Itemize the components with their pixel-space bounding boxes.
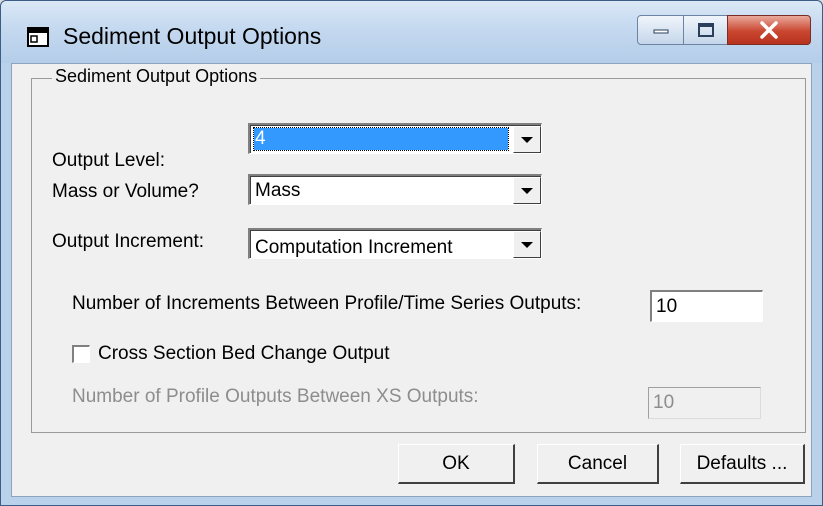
mass-or-volume-frame: Mass — [250, 176, 541, 204]
window-title: Sediment Output Options — [63, 23, 322, 49]
xs-bed-change-label[interactable]: Cross Section Bed Change Output — [98, 343, 390, 365]
xs-bed-change-checkbox[interactable] — [72, 345, 90, 363]
chevron-down-icon — [521, 136, 533, 143]
mass-or-volume-select[interactable]: Mass — [248, 174, 542, 205]
output-level-select[interactable]: 4 — [248, 123, 542, 154]
output-level-dropdown-button[interactable] — [513, 126, 541, 153]
close-button[interactable] — [727, 15, 811, 45]
profile-outputs-between-input[interactable]: 10 — [648, 387, 761, 419]
mass-or-volume-dropdown-button[interactable] — [513, 177, 541, 204]
output-increment-select[interactable]: Computation Increment — [248, 228, 542, 259]
minimize-button[interactable] — [637, 15, 684, 45]
mass-or-volume-value: Mass — [255, 180, 301, 201]
defaults-button[interactable]: Defaults ... — [680, 444, 805, 484]
output-increment-dropdown-button[interactable] — [513, 231, 541, 258]
output-level-frame: 4 — [250, 125, 541, 153]
group-title: Sediment Output Options — [52, 66, 261, 87]
maximize-button[interactable] — [683, 15, 728, 45]
output-increment-frame: Computation Increment — [250, 230, 541, 258]
maximize-icon — [697, 23, 714, 37]
profile-outputs-between-label: Number of Profile Outputs Between XS Out… — [72, 386, 479, 407]
increments-between-input[interactable]: 10 — [650, 290, 763, 322]
ok-button[interactable]: OK — [398, 444, 515, 484]
close-icon — [760, 21, 778, 39]
output-level-value: 4 — [253, 127, 509, 151]
output-increment-value: Computation Increment — [255, 237, 453, 258]
output-level-label: Output Level: — [52, 150, 166, 171]
title-bar[interactable]: Sediment Output Options — [1, 1, 822, 63]
increments-between-label: Number of Increments Between Profile/Tim… — [72, 293, 582, 314]
output-increment-label: Output Increment: — [52, 231, 205, 252]
mass-or-volume-label: Mass or Volume? — [52, 181, 199, 202]
cancel-button[interactable]: Cancel — [537, 444, 659, 484]
minimize-icon — [653, 29, 668, 34]
chevron-down-icon — [521, 187, 533, 194]
chevron-down-icon — [521, 241, 533, 248]
dialog-window-icon — [27, 27, 49, 47]
